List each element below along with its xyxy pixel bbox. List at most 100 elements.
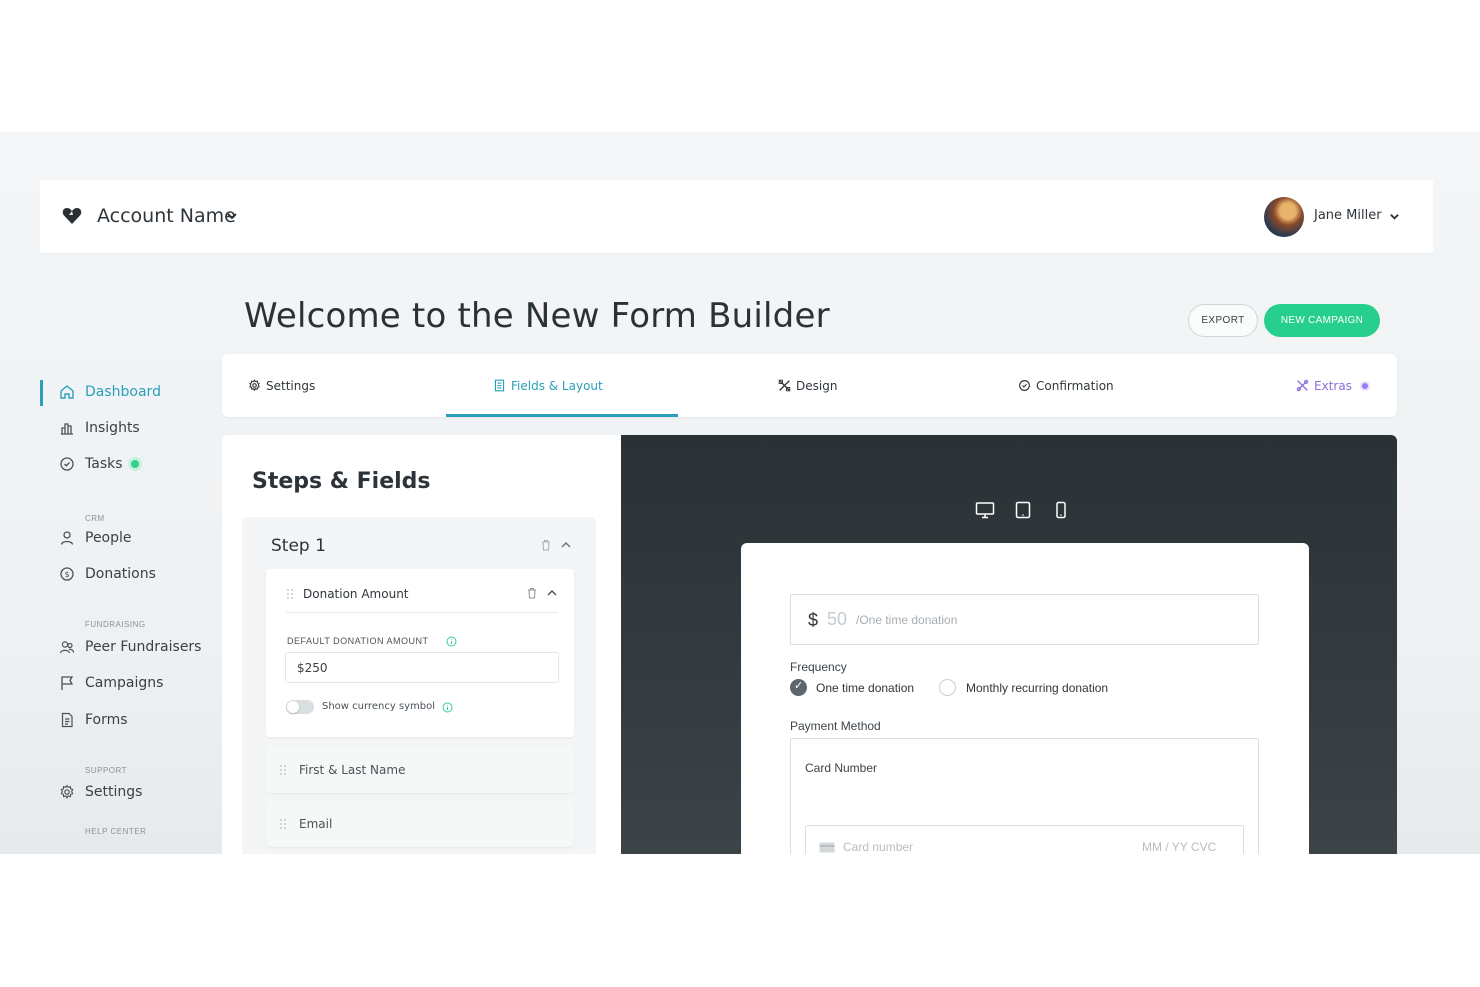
tab-confirmation[interactable]: Confirmation: [1018, 354, 1114, 417]
frequency-label: Frequency: [790, 660, 847, 674]
default-amount-label: DEFAULT DONATION AMOUNT: [287, 636, 429, 646]
currency-symbol: $: [808, 610, 819, 630]
tab-label: Design: [796, 378, 838, 393]
user-name-dropdown[interactable]: Jane Miller: [1314, 208, 1382, 223]
sidebar-item-label: Donations: [85, 566, 156, 582]
donation-amount-input[interactable]: $ 50 /One time donation: [790, 594, 1259, 645]
help-center-link[interactable]: HELP CENTER: [85, 827, 146, 836]
field-card-email[interactable]: Email: [266, 801, 574, 847]
section-label-crm: CRM: [85, 514, 105, 523]
card-expiry-placeholder: MM / YY CVC: [1142, 840, 1217, 854]
sidebar-item-label: People: [85, 530, 132, 546]
check-circle-icon: [60, 457, 74, 471]
design-tools-icon: [778, 379, 791, 392]
one-time-radio[interactable]: [790, 679, 807, 696]
panel-title: Steps & Fields: [252, 469, 431, 494]
tab-label: Confirmation: [1036, 378, 1114, 393]
monthly-radio[interactable]: [939, 679, 956, 696]
section-label-support: SUPPORT: [85, 766, 128, 775]
export-button[interactable]: EXPORT: [1188, 304, 1258, 337]
sidebar-item-label: Settings: [85, 784, 143, 800]
avatar[interactable]: [1264, 197, 1304, 237]
top-bar: Account Name Jane Miller: [40, 180, 1433, 254]
sidebar: Dashboard Insights Tasks CRM People $ Do…: [40, 372, 210, 854]
gear-icon: [249, 379, 260, 392]
mobile-icon[interactable]: [1051, 501, 1071, 519]
form-preview-panel: $ 50 /One time donation Frequency One ti…: [621, 435, 1397, 854]
new-campaign-button[interactable]: NEW CAMPAIGN: [1264, 304, 1380, 337]
divider: [286, 612, 558, 613]
person-icon: [60, 531, 74, 545]
chevron-down-icon[interactable]: [1389, 211, 1400, 222]
field-name: First & Last Name: [299, 763, 406, 777]
default-amount-input[interactable]: $250: [285, 652, 559, 683]
drag-handle-icon[interactable]: [279, 764, 287, 776]
step-container: Step 1 Donation Amount DEFAULT DONATION …: [242, 517, 596, 854]
sidebar-item-label: Forms: [85, 712, 128, 728]
bar-chart-icon: [61, 423, 73, 435]
donation-form-preview: $ 50 /One time donation Frequency One ti…: [741, 543, 1309, 854]
drag-handle-icon[interactable]: [286, 588, 294, 600]
field-actions: [526, 587, 558, 599]
card-number-input[interactable]: Card number MM / YY CVC: [805, 825, 1244, 854]
credit-card-icon: [819, 842, 835, 853]
chevron-down-icon[interactable]: [226, 210, 238, 222]
dollar-circle-icon: $: [60, 567, 74, 581]
account-name-dropdown[interactable]: Account Name: [97, 205, 236, 227]
field-card-donation-amount: Donation Amount DEFAULT DONATION AMOUNT …: [266, 569, 574, 737]
layout-icon: [494, 379, 505, 392]
toggle-label: Show currency symbol: [322, 701, 436, 712]
active-indicator: [40, 380, 43, 406]
builder-tabs: Settings Fields & Layout Design Confirma…: [222, 354, 1397, 417]
flag-icon: [61, 676, 74, 690]
steps-fields-panel: Steps & Fields Step 1 Donation Amount DE…: [222, 435, 622, 854]
home-icon: [60, 385, 74, 399]
check-circle-icon: [1019, 380, 1030, 391]
info-icon[interactable]: [442, 702, 453, 713]
field-name: Donation Amount: [303, 587, 409, 601]
currency-symbol-toggle[interactable]: [286, 700, 314, 714]
tab-extras[interactable]: Extras: [1296, 354, 1352, 417]
tab-label: Extras: [1314, 378, 1352, 393]
gear-icon: [60, 784, 74, 799]
radio-label: Monthly recurring donation: [966, 681, 1109, 695]
tab-fields-layout[interactable]: Fields & Layout: [493, 354, 603, 417]
tablet-icon[interactable]: [1013, 501, 1033, 519]
sidebar-item-label: Dashboard: [85, 384, 161, 400]
tab-design[interactable]: Design: [778, 354, 837, 417]
sidebar-item-label: Tasks: [85, 456, 123, 472]
device-switcher: [975, 501, 1071, 519]
chevron-up-icon[interactable]: [546, 587, 558, 599]
payment-method-box: Card Number Card number MM / YY CVC: [790, 738, 1259, 854]
field-name: Email: [299, 817, 333, 831]
tab-label: Fields & Layout: [511, 378, 603, 393]
tasks-status-dot: [128, 457, 142, 471]
card-placeholder: Card number: [843, 840, 914, 854]
sidebar-item-label: Campaigns: [85, 675, 164, 691]
tab-settings[interactable]: Settings: [248, 354, 315, 417]
field-card-name[interactable]: First & Last Name: [266, 747, 574, 793]
extras-icon: [1296, 379, 1309, 392]
sidebar-item-label: Peer Fundraisers: [85, 639, 202, 655]
document-icon: [61, 712, 73, 728]
people-icon: [59, 641, 75, 654]
amount-placeholder: 50: [827, 609, 848, 629]
drag-handle-icon[interactable]: [279, 818, 287, 830]
desktop-icon[interactable]: [975, 501, 995, 519]
heart-logo-icon: [62, 208, 82, 224]
payment-method-label: Payment Method: [790, 719, 881, 733]
section-label-fundraising: FUNDRAISING: [85, 620, 146, 629]
card-number-label: Card Number: [805, 761, 878, 775]
chevron-up-icon[interactable]: [560, 539, 572, 551]
page-title: Welcome to the New Form Builder: [244, 296, 830, 336]
svg-text:$: $: [64, 570, 69, 579]
trash-icon[interactable]: [540, 539, 552, 551]
trash-icon[interactable]: [526, 587, 538, 599]
app-window: Account Name Jane Miller Welcome to the …: [0, 132, 1480, 854]
info-icon[interactable]: [446, 636, 457, 647]
sidebar-item-label: Insights: [85, 420, 140, 436]
amount-note: /One time donation: [856, 613, 958, 627]
step-actions: [540, 539, 572, 551]
tab-label: Settings: [266, 378, 316, 393]
step-title: Step 1: [271, 536, 326, 556]
